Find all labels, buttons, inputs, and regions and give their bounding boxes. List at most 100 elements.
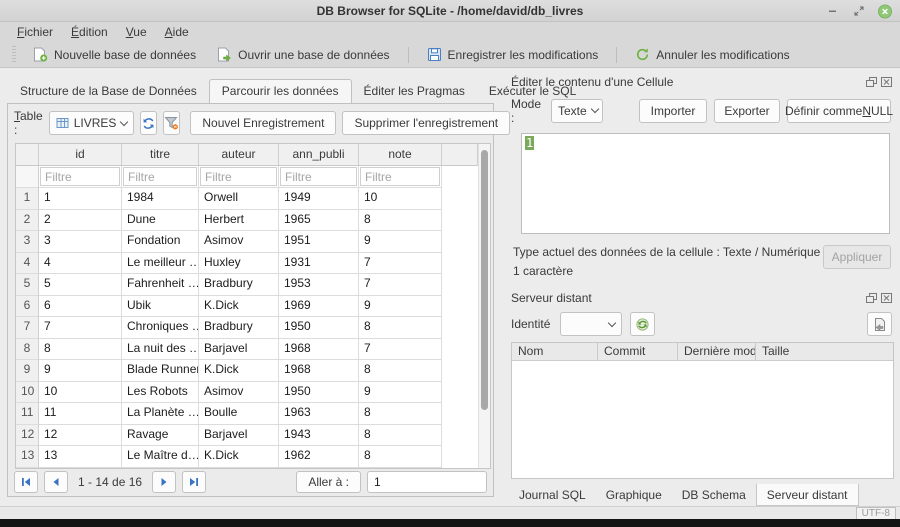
filter-input-ann-publi[interactable]: [280, 167, 357, 186]
table-cell[interactable]: Asimov: [199, 382, 279, 404]
table-cell[interactable]: 1950: [279, 317, 359, 339]
table-cell[interactable]: 1951: [279, 231, 359, 253]
cell-editor[interactable]: 1: [521, 133, 890, 234]
table-cell[interactable]: 10: [39, 382, 122, 404]
row-number[interactable]: 3: [16, 231, 39, 253]
table-cell[interactable]: K.Dick: [199, 296, 279, 318]
table-cell[interactable]: 9: [39, 360, 122, 382]
table-cell[interactable]: Le Maître d…: [122, 446, 199, 468]
table-cell[interactable]: 8: [359, 425, 442, 447]
table-cell[interactable]: 1984: [122, 188, 199, 210]
set-null-button[interactable]: Définir comme NULL: [787, 99, 891, 123]
apply-button[interactable]: Appliquer: [823, 245, 891, 269]
table-cell[interactable]: Les Robots: [122, 382, 199, 404]
row-number[interactable]: 5: [16, 274, 39, 296]
clear-filters-button[interactable]: [163, 111, 180, 135]
table-cell[interactable]: Fahrenheit …: [122, 274, 199, 296]
tab-db-schema[interactable]: DB Schema: [672, 484, 756, 506]
table-cell[interactable]: Asimov: [199, 231, 279, 253]
table-cell[interactable]: Boulle: [199, 403, 279, 425]
row-number[interactable]: 6: [16, 296, 39, 318]
minimize-icon[interactable]: [826, 4, 840, 18]
filter-input-auteur[interactable]: [200, 167, 277, 186]
next-page-button[interactable]: [152, 471, 176, 493]
upload-database-button[interactable]: [867, 312, 892, 336]
import-button[interactable]: Importer: [639, 99, 707, 123]
row-number[interactable]: 1: [16, 188, 39, 210]
first-page-button[interactable]: [14, 471, 38, 493]
table-cell[interactable]: 1962: [279, 446, 359, 468]
table-cell[interactable]: 9: [359, 231, 442, 253]
table-cell[interactable]: 13: [39, 446, 122, 468]
table-cell[interactable]: 9: [359, 382, 442, 404]
float-dock-icon[interactable]: [866, 77, 877, 87]
float-dock-icon[interactable]: [866, 293, 877, 303]
tab-structure[interactable]: Structure de la Base de Données: [8, 80, 209, 103]
row-number[interactable]: 11: [16, 403, 39, 425]
table-select[interactable]: LIVRES: [49, 111, 135, 135]
new-database-button[interactable]: Nouvelle base de données: [24, 44, 204, 65]
table-cell[interactable]: 1963: [279, 403, 359, 425]
filter-input-id[interactable]: [40, 167, 120, 186]
tab-graphique[interactable]: Graphique: [596, 484, 672, 506]
table-cell[interactable]: Herbert: [199, 210, 279, 232]
row-number[interactable]: 13: [16, 446, 39, 468]
table-cell[interactable]: 1969: [279, 296, 359, 318]
tab-parcourir[interactable]: Parcourir les données: [209, 79, 352, 103]
table-cell[interactable]: 12: [39, 425, 122, 447]
table-cell[interactable]: Orwell: [199, 188, 279, 210]
table-cell[interactable]: Huxley: [199, 253, 279, 275]
table-cell[interactable]: K.Dick: [199, 446, 279, 468]
column-header-ann-publi[interactable]: ann_publi: [279, 144, 359, 166]
table-cell[interactable]: Bradbury: [199, 317, 279, 339]
column-header-titre[interactable]: titre: [122, 144, 199, 166]
grid-scrollbar[interactable]: [478, 144, 490, 468]
remote-column-commit[interactable]: Commit: [598, 343, 678, 360]
table-cell[interactable]: 8: [359, 210, 442, 232]
table-cell[interactable]: 11: [39, 403, 122, 425]
row-number[interactable]: 7: [16, 317, 39, 339]
table-cell[interactable]: Blade Runner: [122, 360, 199, 382]
reload-identities-button[interactable]: [630, 312, 655, 336]
table-cell[interactable]: 8: [359, 317, 442, 339]
table-cell[interactable]: 6: [39, 296, 122, 318]
table-cell[interactable]: 2: [39, 210, 122, 232]
row-number[interactable]: 10: [16, 382, 39, 404]
table-cell[interactable]: La Planète …: [122, 403, 199, 425]
table-cell[interactable]: 7: [359, 253, 442, 275]
table-cell[interactable]: 8: [359, 360, 442, 382]
remote-column-taille[interactable]: Taille: [756, 343, 893, 360]
column-header-auteur[interactable]: auteur: [199, 144, 279, 166]
menu-vue[interactable]: Vue: [117, 23, 156, 41]
table-cell[interactable]: 8: [359, 403, 442, 425]
table-cell[interactable]: 1968: [279, 339, 359, 361]
filter-input-note[interactable]: [360, 167, 440, 186]
table-cell[interactable]: 1949: [279, 188, 359, 210]
identity-select[interactable]: [560, 312, 622, 336]
table-cell[interactable]: 10: [359, 188, 442, 210]
table-cell[interactable]: 7: [39, 317, 122, 339]
save-changes-button[interactable]: Enregistrer les modifications: [419, 44, 607, 65]
export-button[interactable]: Exporter: [714, 99, 780, 123]
table-cell[interactable]: 7: [359, 274, 442, 296]
table-cell[interactable]: 1: [39, 188, 122, 210]
table-cell[interactable]: 1950: [279, 382, 359, 404]
close-dock-icon[interactable]: [881, 293, 892, 303]
table-cell[interactable]: 1965: [279, 210, 359, 232]
table-cell[interactable]: 4: [39, 253, 122, 275]
delete-record-button[interactable]: Supprimer l'enregistrement: [342, 111, 510, 135]
table-cell[interactable]: K.Dick: [199, 360, 279, 382]
menu-fichier[interactable]: Fichier: [8, 23, 62, 41]
goto-input[interactable]: [367, 471, 487, 493]
last-page-button[interactable]: [182, 471, 206, 493]
table-cell[interactable]: 1943: [279, 425, 359, 447]
column-header-note[interactable]: note: [359, 144, 442, 166]
table-cell[interactable]: 1968: [279, 360, 359, 382]
row-number[interactable]: 9: [16, 360, 39, 382]
menu-aide[interactable]: Aide: [156, 23, 198, 41]
filter-input-titre[interactable]: [123, 167, 197, 186]
table-cell[interactable]: Fondation: [122, 231, 199, 253]
table-cell[interactable]: 5: [39, 274, 122, 296]
table-cell[interactable]: 3: [39, 231, 122, 253]
table-cell[interactable]: La nuit des …: [122, 339, 199, 361]
